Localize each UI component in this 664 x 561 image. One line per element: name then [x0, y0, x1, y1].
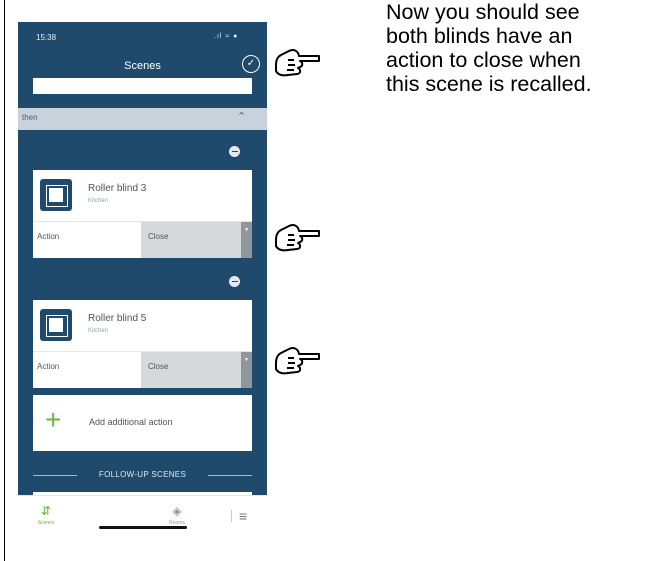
app-header: 15:38 .ıl ≈ ● Scenes ✓	[18, 22, 267, 110]
add-action-button[interactable]: + Add additional action	[33, 395, 252, 451]
home-indicator	[99, 526, 187, 529]
document-left-rule	[4, 0, 5, 561]
check-circle-icon[interactable]: ✓	[242, 55, 260, 73]
action-value: Close	[148, 362, 169, 371]
then-section-header[interactable]: then ⌃	[18, 108, 267, 130]
pointing-hand-icon	[275, 49, 320, 77]
tab-rooms[interactable]: ◈ Rooms	[165, 504, 189, 526]
action-value: Close	[148, 232, 169, 241]
chevron-up-icon[interactable]: ⌃	[237, 110, 246, 123]
action-select[interactable]: Close ▼	[141, 352, 252, 388]
device-name: Roller blind 5	[88, 313, 147, 324]
pointing-hand-icon	[275, 347, 320, 375]
pointing-hand-icon	[275, 224, 320, 252]
actions-list: Roller blind 3 Kitchen Action Close ▼ Ro…	[18, 130, 267, 497]
followup-label: FOLLOW-UP SCENES	[98, 470, 187, 479]
action-label: Action	[37, 232, 60, 241]
action-select[interactable]: Close ▼	[141, 222, 252, 258]
remove-action-button[interactable]	[229, 276, 240, 287]
add-action-label: Add additional action	[89, 417, 173, 427]
followup-divider: FOLLOW-UP SCENES	[18, 468, 267, 482]
plus-icon: +	[45, 404, 62, 435]
rooms-icon: ◈	[172, 504, 182, 518]
remove-action-button[interactable]	[229, 146, 240, 157]
then-label: then	[22, 113, 38, 122]
device-room: Kitchen	[88, 198, 109, 204]
menu-icon[interactable]: ≡	[239, 509, 247, 523]
tab-bar: ⇵ Scenes ◈ Rooms ≡	[18, 495, 267, 540]
action-card: Roller blind 5 Kitchen Action Close ▼	[33, 300, 252, 388]
action-card: Roller blind 3 Kitchen Action Close ▼	[33, 170, 252, 258]
tab-scenes-label: Scenes	[37, 520, 55, 526]
device-room: Kitchen	[88, 328, 109, 334]
scenes-icon: ⇵	[40, 504, 52, 518]
tab-separator	[231, 510, 232, 522]
dropdown-arrow-icon[interactable]: ▼	[241, 222, 252, 258]
action-label: Action	[37, 362, 60, 371]
instruction-caption: Now you should see both blinds have an a…	[386, 0, 592, 96]
dropdown-arrow-icon[interactable]: ▼	[241, 352, 252, 388]
scene-name-field[interactable]	[33, 78, 252, 94]
status-time: 15:38	[36, 33, 57, 42]
roller-blind-icon	[40, 179, 72, 211]
roller-blind-icon	[40, 309, 72, 341]
status-icons: .ıl ≈ ●	[214, 33, 239, 40]
screen-title: Scenes	[124, 60, 161, 72]
phone-screen: 15:38 .ıl ≈ ● Scenes ✓ then ⌃ Roller bli…	[18, 22, 267, 540]
tab-scenes[interactable]: ⇵ Scenes	[34, 504, 58, 526]
device-name: Roller blind 3	[88, 183, 147, 194]
